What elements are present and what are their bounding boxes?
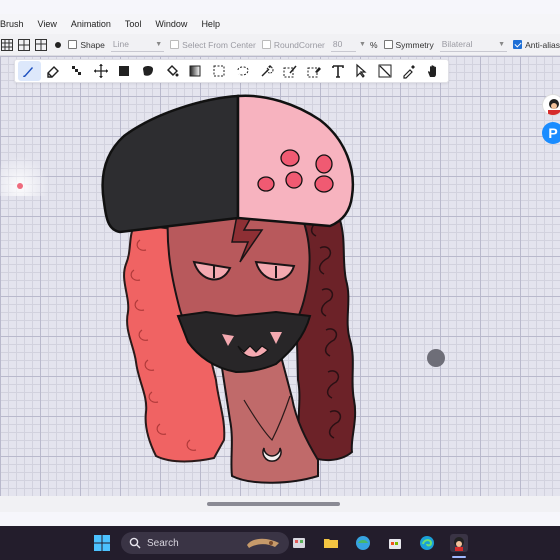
window-bottom-strip — [0, 512, 560, 526]
text-icon[interactable] — [326, 61, 349, 81]
side-avatar-icon[interactable] — [542, 94, 560, 116]
select-from-center-label: Select From Center — [182, 39, 256, 50]
task-view-icon[interactable] — [290, 534, 308, 552]
bucket-icon[interactable] — [160, 61, 183, 81]
search-icon — [129, 537, 141, 549]
magic-wand-icon[interactable] — [255, 61, 278, 81]
percent-label: % — [369, 39, 378, 50]
taskbar-search[interactable]: Search — [121, 532, 289, 554]
brush-size-dot-icon[interactable] — [51, 37, 65, 53]
round-corner-option[interactable]: RoundCorner — [261, 39, 325, 50]
select-rect-icon[interactable] — [208, 61, 231, 81]
symmetry-type-select[interactable]: Bilateral ▼ — [439, 38, 508, 52]
select-from-center-checkbox[interactable] — [170, 40, 180, 49]
menu-animation[interactable]: Animation — [64, 19, 118, 29]
round-corner-input[interactable]: 80 — [330, 38, 356, 52]
shape-checkbox[interactable] — [68, 40, 78, 49]
symmetry-checkbox[interactable] — [383, 40, 393, 49]
shape-label: Shape — [80, 39, 105, 50]
search-label: Search — [147, 537, 179, 549]
store-icon[interactable] — [386, 534, 404, 552]
side-app-icon[interactable]: P — [542, 122, 560, 144]
floating-color-dot[interactable] — [427, 349, 445, 367]
hand-icon[interactable] — [421, 61, 444, 81]
round-corner-stepper[interactable]: ▼ — [359, 41, 366, 48]
search-highlight-icon — [247, 538, 279, 548]
select-pen-icon[interactable] — [279, 61, 302, 81]
select-eraser-icon[interactable] — [303, 61, 326, 81]
chevron-down-icon: ▼ — [155, 40, 163, 48]
operation-icon[interactable] — [350, 61, 373, 81]
edge-icon[interactable] — [418, 534, 436, 552]
round-corner-value: 80 — [332, 39, 343, 49]
select-lasso-icon[interactable] — [231, 61, 254, 81]
shape-type-select[interactable]: Line ▼ — [110, 38, 165, 52]
anti-alias-option[interactable]: Anti-alias — [513, 40, 560, 50]
browser-icon[interactable] — [354, 534, 372, 552]
windows-start-icon[interactable] — [93, 534, 111, 552]
drawing-canvas[interactable]: P — [0, 56, 560, 496]
grid-add-icon[interactable] — [17, 37, 31, 53]
menu-tool[interactable]: Tool — [118, 19, 149, 29]
symmetry-label: Symmetry — [395, 39, 434, 50]
active-app-indicator — [452, 556, 466, 558]
divide-icon[interactable] — [374, 61, 397, 81]
eyedropper-icon[interactable] — [398, 61, 421, 81]
hat-dark — [101, 94, 240, 234]
tool-options-bar: Shape Line ▼ Select From Center RoundCor… — [0, 34, 560, 56]
round-corner-label: RoundCorner — [273, 39, 325, 50]
floating-toolbar — [14, 59, 449, 83]
character-illustration — [17, 94, 357, 484]
menu-view[interactable]: View — [31, 19, 64, 29]
select-from-center-option[interactable]: Select From Center — [170, 40, 256, 50]
anti-alias-checkbox[interactable] — [513, 40, 523, 49]
move-icon[interactable] — [89, 61, 112, 81]
menu-help[interactable]: Help — [194, 19, 227, 29]
window-top-strip — [0, 0, 560, 14]
gradient-icon[interactable] — [184, 61, 207, 81]
menu-brush[interactable]: Brush — [0, 19, 31, 29]
file-explorer-icon[interactable] — [322, 534, 340, 552]
lasso-fill-icon[interactable] — [137, 61, 160, 81]
menu-bar: Brush View Animation Tool Window Help — [0, 14, 560, 34]
taskbar: Search — [0, 526, 560, 560]
symmetry-option[interactable]: Symmetry — [383, 39, 434, 50]
brush-icon[interactable] — [18, 61, 41, 81]
fill-square-icon[interactable] — [113, 61, 136, 81]
shape-type-value: Line — [112, 39, 129, 49]
eraser-icon[interactable] — [42, 61, 65, 81]
horizontal-scrollbar[interactable] — [0, 496, 560, 512]
chevron-down-icon: ▼ — [498, 40, 506, 48]
shape-option[interactable]: Shape — [68, 40, 105, 50]
paint-app-icon[interactable] — [450, 534, 468, 552]
scrollbar-thumb[interactable] — [207, 502, 340, 506]
grid-remove-icon[interactable] — [34, 37, 48, 53]
grid-view-icon[interactable] — [0, 37, 14, 53]
symmetry-type-value: Bilateral — [441, 39, 473, 49]
dot-pen-icon[interactable] — [65, 61, 88, 81]
menu-window[interactable]: Window — [148, 19, 194, 29]
anti-alias-label: Anti-alias — [525, 39, 560, 50]
stray-paint-dot — [17, 183, 23, 189]
round-corner-checkbox[interactable] — [261, 40, 271, 49]
